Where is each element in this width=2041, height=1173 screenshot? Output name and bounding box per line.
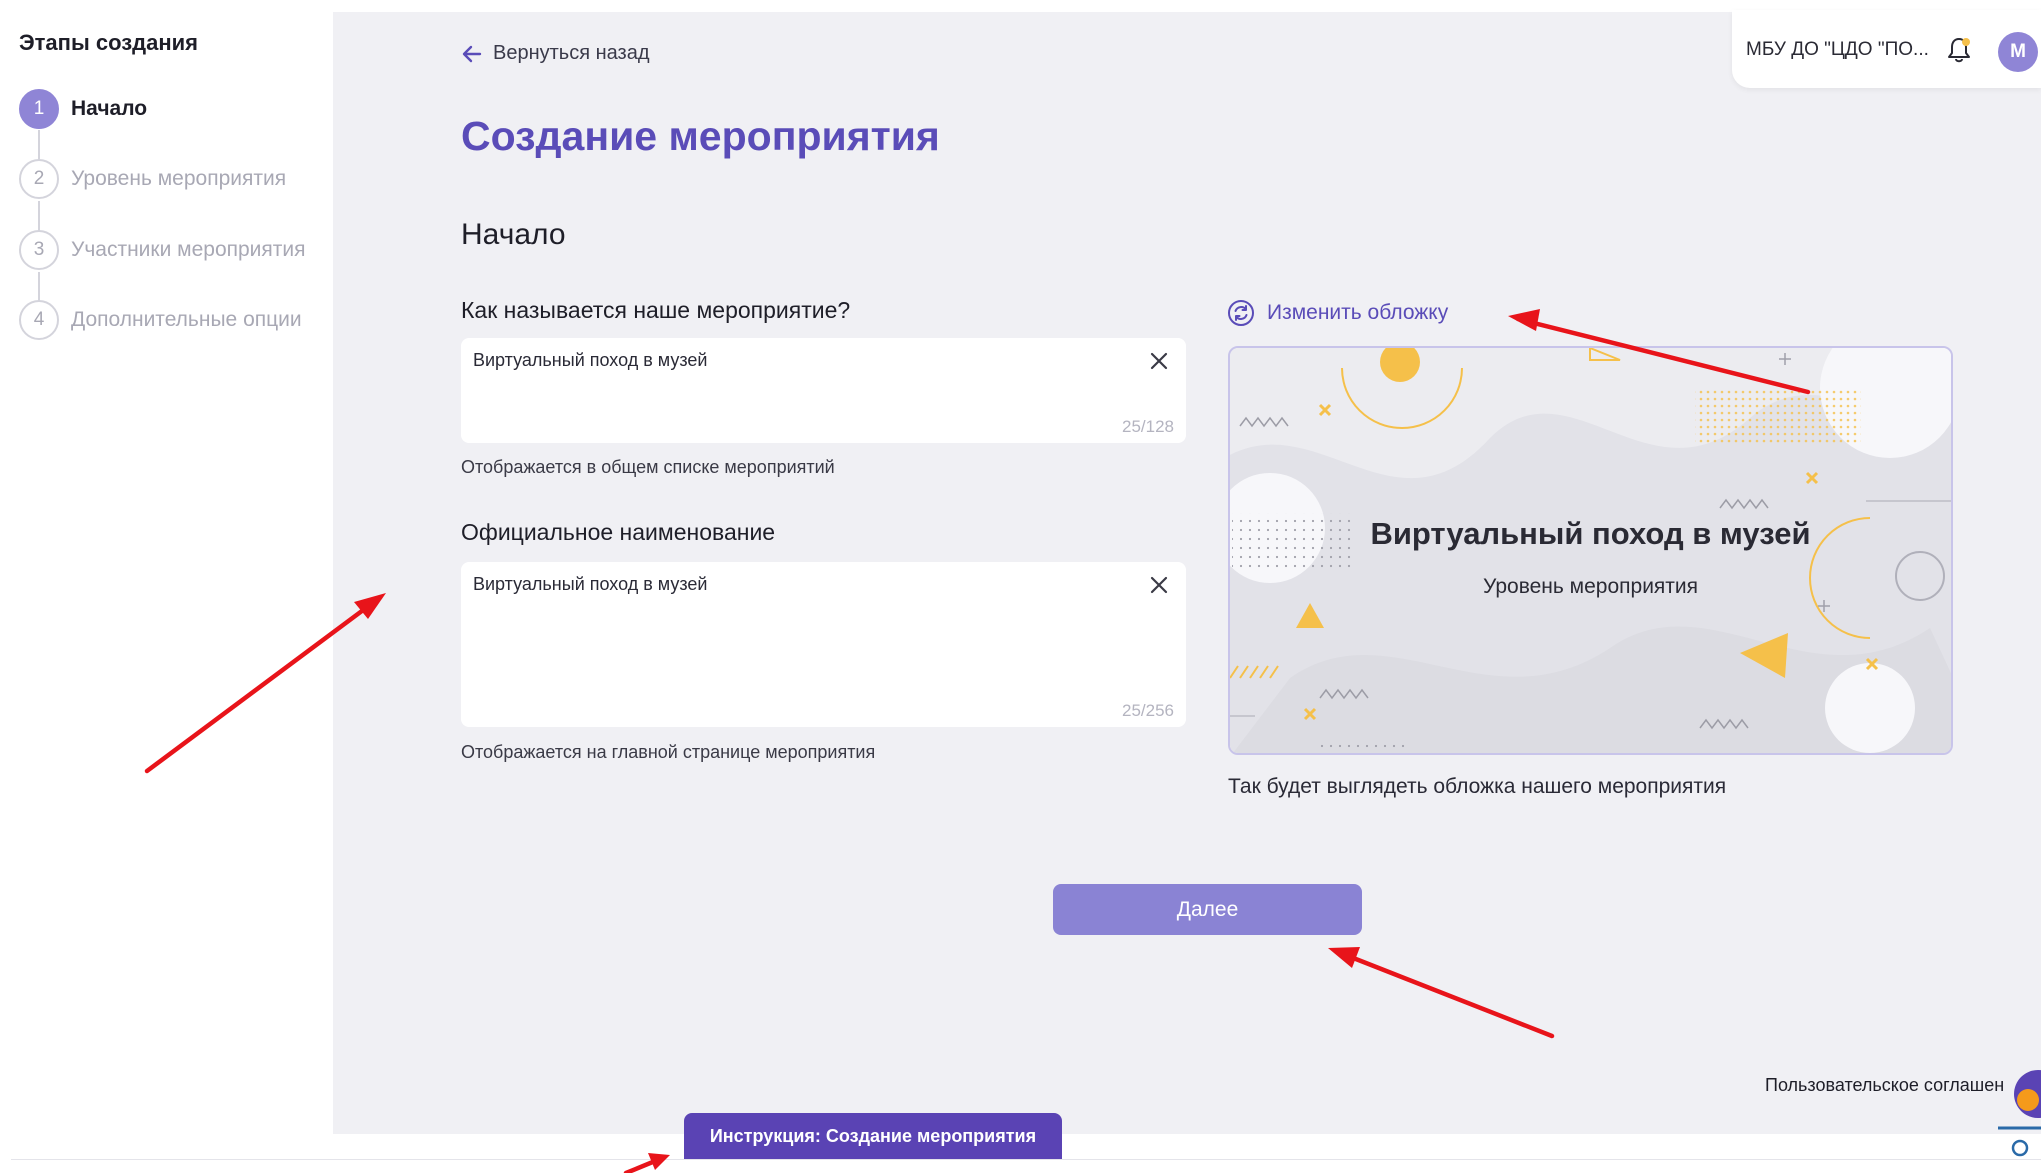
cover-subtitle: Уровень мероприятия bbox=[1482, 575, 1699, 598]
official-name-label: Официальное наименование bbox=[461, 519, 776, 545]
instruction-tab[interactable]: Инструкция: Создание мероприятия bbox=[684, 1113, 1062, 1159]
bell-icon[interactable] bbox=[1946, 36, 1972, 64]
official-name-field[interactable]: Виртуальный поход в музей 25/256 bbox=[461, 562, 1186, 727]
event-name-value: Виртуальный поход в музей bbox=[473, 350, 708, 370]
user-agreement-link[interactable]: Пользовательское соглашен bbox=[1765, 1075, 2004, 1096]
cover-caption: Так будет выглядеть обложка нашего мероп… bbox=[1228, 775, 1727, 798]
cover-title: Виртуальный поход в музей bbox=[1370, 516, 1811, 551]
official-name-hint: Отображается на главной странице меропри… bbox=[461, 742, 876, 762]
step-number: 4 bbox=[19, 300, 59, 340]
close-icon[interactable] bbox=[1148, 350, 1170, 372]
step-number: 1 bbox=[19, 89, 59, 129]
support-widget-icon[interactable] bbox=[1998, 1068, 2041, 1168]
back-link[interactable]: Вернуться назад bbox=[461, 42, 650, 65]
sidebar: Этапы создания 1 Начало 2 Уровень меропр… bbox=[11, 12, 333, 1134]
back-link-label: Вернуться назад bbox=[493, 42, 650, 64]
section-title: Начало bbox=[461, 218, 566, 251]
step-event-level[interactable]: 2 Уровень мероприятия bbox=[19, 158, 286, 200]
cover-preview: Виртуальный поход в музей Уровень меропр… bbox=[1228, 346, 1953, 755]
event-name-counter: 25/128 bbox=[1122, 417, 1174, 436]
official-name-value: Виртуальный поход в музей bbox=[473, 574, 708, 594]
bottom-bar bbox=[11, 1159, 2041, 1173]
arrow-left-icon bbox=[462, 45, 482, 62]
sidebar-title: Этапы создания bbox=[19, 30, 199, 55]
event-name-label: Как называется наше мероприятие? bbox=[461, 297, 851, 323]
close-icon[interactable] bbox=[1148, 574, 1170, 596]
step-label: Дополнительные опции bbox=[71, 308, 302, 331]
user-panel: МБУ ДО "ЦДО "ПО... М bbox=[1732, 10, 2041, 88]
step-number: 2 bbox=[19, 159, 59, 199]
change-cover-button[interactable]: Изменить обложку bbox=[1227, 299, 1448, 327]
change-cover-label: Изменить обложку bbox=[1267, 301, 1449, 324]
refresh-icon bbox=[1228, 300, 1254, 326]
next-button[interactable]: Далее bbox=[1053, 884, 1362, 935]
event-name-field[interactable]: Виртуальный поход в музей 25/128 bbox=[461, 338, 1186, 443]
step-participants[interactable]: 3 Участники мероприятия bbox=[19, 229, 306, 271]
event-name-hint: Отображается в общем списке мероприятий bbox=[461, 457, 835, 477]
step-additional-options[interactable]: 4 Дополнительные опции bbox=[19, 299, 302, 341]
step-number: 3 bbox=[19, 230, 59, 270]
step-label: Уровень мероприятия bbox=[71, 167, 287, 190]
avatar[interactable]: М bbox=[1998, 32, 2038, 72]
official-name-counter: 25/256 bbox=[1122, 701, 1174, 720]
step-label: Участники мероприятия bbox=[71, 238, 306, 261]
step-start[interactable]: 1 Начало bbox=[19, 88, 147, 130]
step-label: Начало bbox=[71, 97, 148, 120]
page-title: Создание мероприятия bbox=[461, 113, 940, 159]
organization-name[interactable]: МБУ ДО "ЦДО "ПО... bbox=[1746, 39, 1929, 61]
